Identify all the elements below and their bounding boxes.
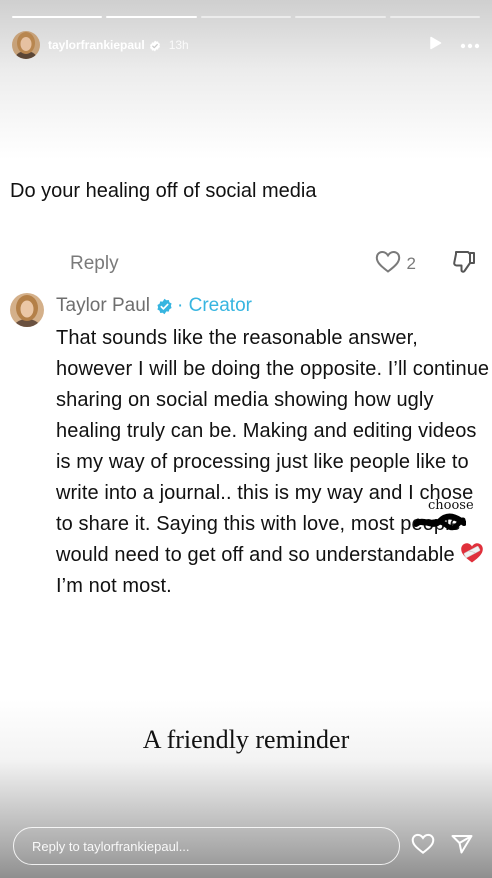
story-progress-bar bbox=[12, 16, 481, 18]
play-icon[interactable] bbox=[428, 36, 442, 55]
verified-badge-icon bbox=[149, 39, 161, 52]
mending-heart-emoji bbox=[460, 542, 484, 564]
reply-input[interactable] bbox=[13, 827, 400, 865]
reply-link[interactable]: Reply bbox=[70, 253, 119, 275]
reply-text-part: to share it. Saying this with love, most… bbox=[56, 513, 461, 566]
more-icon[interactable] bbox=[460, 36, 480, 54]
reply-text-part: I’m not most. bbox=[56, 575, 172, 597]
progress-segment bbox=[12, 16, 103, 18]
story-bottom-bar bbox=[13, 827, 479, 865]
story-caption: A friendly reminder bbox=[142, 725, 350, 754]
progress-segment bbox=[389, 16, 481, 18]
creator-label: · Creator bbox=[177, 295, 252, 316]
reply-text: That sounds like the reasonable answer, … bbox=[56, 323, 492, 602]
comment-actions: Reply 2 bbox=[70, 250, 478, 278]
handwritten-correction: choose bbox=[428, 498, 474, 513]
story-username[interactable]: taylorfrankiepaul bbox=[48, 38, 145, 52]
like-count: 2 bbox=[406, 254, 416, 273]
heart-outline-icon[interactable] bbox=[411, 833, 435, 860]
heart-outline-icon[interactable] bbox=[375, 250, 401, 279]
progress-segment bbox=[106, 16, 197, 18]
reply-author-name[interactable]: Taylor Paul bbox=[56, 295, 150, 317]
avatar[interactable] bbox=[12, 31, 40, 59]
reply-text-part: That sounds like the reasonable answer, … bbox=[56, 327, 490, 504]
send-icon[interactable] bbox=[451, 834, 473, 859]
like-button[interactable]: 2 bbox=[375, 250, 416, 279]
story-viewer: taylorfrankiepaul 13h Do your healing of… bbox=[0, 0, 492, 878]
progress-segment bbox=[295, 16, 386, 18]
verified-badge-icon bbox=[156, 298, 173, 315]
progress-segment bbox=[200, 16, 292, 18]
story-time-ago: 13h bbox=[168, 38, 189, 52]
comment-text: Do your healing off of social media bbox=[10, 180, 317, 202]
story-header: taylorfrankiepaul 13h bbox=[12, 30, 480, 60]
thumbs-down-icon[interactable] bbox=[452, 249, 478, 280]
avatar[interactable] bbox=[10, 293, 44, 327]
